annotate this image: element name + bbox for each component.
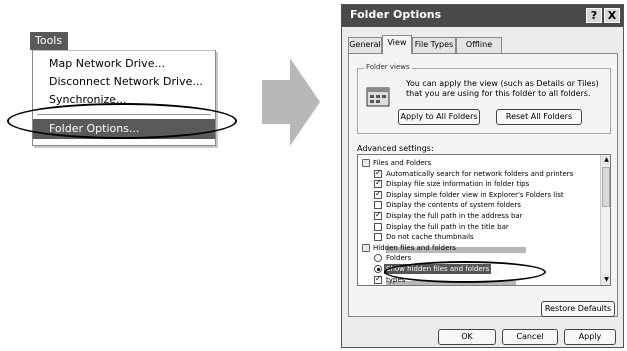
folder-icon	[362, 243, 370, 252]
settings-option-label: Display simple folder view in Explorer's…	[386, 190, 564, 199]
checkbox[interactable]	[374, 178, 382, 189]
menu-item-disconnect-network-drive[interactable]: Disconnect Network Drive...	[33, 73, 215, 91]
advanced-settings-label: Advanced settings:	[357, 144, 434, 153]
restore-defaults-button[interactable]: Restore Defaults	[541, 301, 615, 317]
settings-option-label: Display the full path in the title bar	[386, 222, 509, 231]
apply-button[interactable]: Apply	[564, 329, 616, 345]
checkbox[interactable]	[374, 201, 382, 210]
show-hidden-files-highlight-ellipse	[384, 261, 546, 283]
checkbox[interactable]	[374, 168, 382, 178]
checkbox[interactable]	[374, 274, 382, 284]
cancel-button[interactable]: Cancel	[502, 329, 558, 345]
checkbox[interactable]	[374, 233, 382, 242]
folder-views-icon	[366, 87, 390, 107]
settings-option-label: Display the contents of system folders	[386, 201, 521, 210]
settings-option-label: Files and Folders	[373, 159, 432, 167]
folder-options-dialog: Folder Options ? X General View File Typ…	[341, 4, 624, 348]
tab-view[interactable]: View	[382, 35, 412, 54]
folder-icon	[362, 159, 370, 167]
settings-option-label: Folders	[386, 254, 412, 263]
dialog-title: Folder Options	[350, 8, 442, 21]
scroll-up-icon[interactable]: ▲	[601, 155, 610, 165]
folder-options-highlight-ellipse	[7, 103, 237, 139]
dialog-titlebar: Folder Options ? X	[342, 5, 623, 27]
checkbox[interactable]	[374, 210, 382, 220]
radio-button[interactable]	[374, 265, 382, 273]
right-arrow-icon	[262, 58, 320, 146]
tools-menu-title[interactable]: Tools	[30, 32, 68, 50]
scroll-down-icon[interactable]: ▼	[601, 275, 610, 285]
help-button[interactable]: ?	[586, 8, 602, 23]
tab-general[interactable]: General	[348, 37, 382, 53]
tab-file-types[interactable]: File Types	[412, 37, 456, 53]
settings-option-label: Hidden files and folders	[373, 243, 456, 252]
radio-button[interactable]	[374, 254, 382, 263]
checkbox[interactable]	[374, 189, 382, 199]
tab-offline-files[interactable]: Offline Files	[456, 37, 502, 63]
reset-all-folders-button[interactable]: Reset All Folders	[496, 109, 582, 125]
settings-option-label: Display file size information in folder …	[386, 180, 530, 189]
ok-button[interactable]: OK	[438, 329, 496, 345]
close-button[interactable]: X	[604, 8, 620, 23]
settings-option-label: Automatically search for network folders…	[386, 169, 574, 178]
folder-views-group: Folder views You can apply the view (suc…	[357, 63, 611, 134]
scroll-thumb[interactable]	[602, 167, 610, 207]
advanced-settings-scrollbar[interactable]: ▲ ▼	[600, 155, 610, 285]
folder-views-description: You can apply the view (such as Details …	[406, 79, 599, 98]
settings-option-label: Display the full path in the address bar	[386, 212, 523, 220]
apply-to-all-folders-button[interactable]: Apply to All Folders	[398, 109, 480, 125]
menu-item-map-network-drive[interactable]: Map Network Drive...	[33, 55, 215, 73]
checkbox[interactable]	[374, 222, 382, 231]
settings-option-label: Do not cache thumbnails	[386, 233, 474, 242]
folder-views-label: Folder views	[364, 63, 412, 71]
dialog-tabs: General View File Types Offline Files	[348, 35, 618, 63]
